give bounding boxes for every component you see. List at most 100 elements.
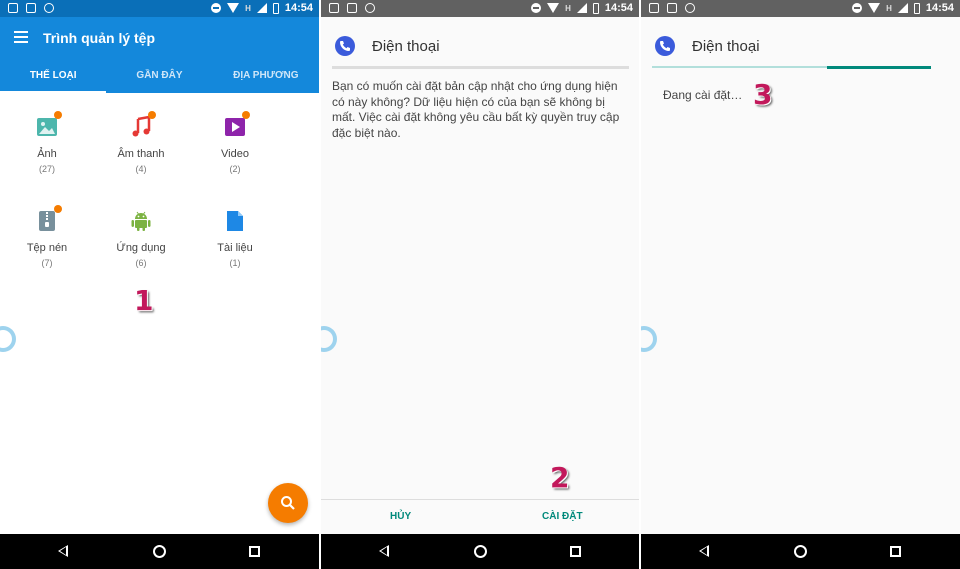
back-icon[interactable] [58, 545, 68, 557]
install-confirm-screen: H 14:54 Điện thoại Bạn có muốn cài đặt b… [321, 0, 639, 569]
new-badge [54, 111, 62, 119]
category-label: Ứng dụng [116, 242, 166, 254]
category-label: Video [221, 148, 249, 160]
do-not-disturb-icon [852, 3, 863, 13]
home-icon[interactable] [153, 545, 166, 558]
dialog-header: Điện thoại [335, 36, 440, 56]
recent-apps-icon[interactable] [249, 546, 260, 557]
category-audio[interactable]: Âm thanh (4) [94, 111, 188, 174]
status-time: 14:54 [925, 2, 954, 14]
navigation-bar [641, 534, 960, 569]
new-badge [54, 205, 62, 213]
category-tabs: THỂ LOẠI GẦN ĐÂY ĐỊA PHƯƠNG [0, 66, 319, 93]
tab-categories[interactable]: THỂ LOẠI [0, 66, 107, 93]
new-badge [242, 111, 250, 119]
install-progress-indicator [827, 66, 931, 69]
status-time: 14:54 [604, 2, 633, 14]
recent-apps-icon[interactable] [570, 546, 581, 557]
cancel-button[interactable]: HỦY [390, 511, 411, 522]
android-notification-icon [365, 3, 375, 13]
step-number-2: 2 [550, 461, 570, 494]
dialog-header: Điện thoại [655, 36, 760, 56]
app-bar: Trình quản lý tệp THỂ LOẠI GẦN ĐÂY ĐỊA P… [0, 17, 319, 93]
tab-recent[interactable]: GẦN ĐÂY [106, 66, 212, 93]
gallery-notification-icon [8, 3, 18, 13]
gallery-notification-icon [649, 3, 659, 13]
category-label: Ảnh [37, 148, 57, 160]
status-time: 14:54 [284, 2, 313, 14]
loading-spinner [0, 326, 16, 352]
category-images[interactable]: Ảnh (27) [0, 111, 94, 174]
signal-icon [256, 3, 267, 13]
android-notification-icon [685, 3, 695, 13]
zip-archive-icon [35, 205, 62, 233]
installing-screen: H 14:54 Điện thoại Đang cài đặt… 3 [641, 0, 960, 569]
category-label: Âm thanh [117, 148, 165, 160]
signal-icon [576, 3, 587, 13]
category-count: (7) [41, 258, 53, 268]
installing-status: Đang cài đặt… [663, 88, 742, 102]
gallery-notification-icon [329, 3, 339, 13]
step-number-3: 3 [753, 78, 773, 111]
dialog-title: Điện thoại [372, 37, 440, 55]
loading-spinner [321, 326, 337, 352]
battery-icon [592, 2, 599, 14]
navigation-bar [321, 534, 639, 569]
tab-local[interactable]: ĐỊA PHƯƠNG [213, 66, 319, 93]
file-manager-screen: H 14:54 Trình quản lý tệp THỂ LOẠI GẦN Đ… [0, 0, 319, 569]
category-count: (6) [135, 258, 147, 268]
category-video[interactable]: Video (2) [188, 111, 282, 174]
screenshot-notification-icon [26, 3, 36, 13]
button-divider [321, 499, 639, 500]
loading-spinner [641, 326, 657, 352]
new-badge [148, 111, 156, 119]
do-not-disturb-icon [531, 3, 542, 13]
dialog-title: Điện thoại [692, 37, 760, 55]
signal-icon [897, 3, 908, 13]
screenshot-notification-icon [667, 3, 677, 13]
category-label: Tài liệu [217, 242, 253, 254]
phone-app-icon [335, 36, 355, 56]
dialog-message: Bạn có muốn cài đặt bản cập nhật cho ứng… [332, 79, 620, 140]
category-count: (1) [229, 258, 241, 268]
recent-apps-icon[interactable] [890, 546, 901, 557]
installing-text: Đang cài đặt… [663, 88, 743, 102]
image-icon [35, 111, 62, 139]
home-icon[interactable] [474, 545, 487, 558]
category-label: Tệp nén [26, 242, 68, 254]
battery-icon [272, 2, 279, 14]
search-fab[interactable] [268, 483, 308, 523]
status-bar: H 14:54 [641, 0, 960, 17]
music-note-icon [129, 111, 156, 139]
category-archives[interactable]: Tệp nén (7) [0, 205, 94, 268]
category-count: (27) [38, 164, 55, 174]
category-count: (2) [229, 164, 241, 174]
wifi-icon [227, 3, 240, 13]
do-not-disturb-icon [211, 3, 222, 13]
install-button[interactable]: CÀI ĐẶT [542, 511, 583, 522]
network-type-label: H [886, 3, 892, 13]
navigation-bar [0, 534, 319, 569]
category-documents[interactable]: Tài liệu (1) [188, 209, 282, 268]
android-icon [129, 209, 153, 233]
app-title: Trình quản lý tệp [43, 30, 156, 46]
hamburger-menu-icon[interactable] [14, 31, 28, 43]
back-icon[interactable] [699, 545, 709, 557]
status-bar: H 14:54 [321, 0, 639, 17]
wifi-icon [547, 3, 560, 13]
home-icon[interactable] [794, 545, 807, 558]
category-count: (4) [135, 164, 147, 174]
status-bar: H 14:54 [0, 0, 319, 17]
back-icon[interactable] [379, 545, 389, 557]
network-type-label: H [565, 3, 571, 13]
category-apps[interactable]: Ứng dụng (6) [94, 209, 188, 268]
network-type-label: H [245, 3, 251, 13]
phone-app-icon [655, 36, 675, 56]
dialog-divider [332, 66, 629, 69]
battery-icon [913, 2, 920, 14]
document-icon [223, 209, 247, 233]
search-icon [281, 496, 295, 510]
screenshot-notification-icon [347, 3, 357, 13]
wifi-icon [868, 3, 881, 13]
video-icon [223, 111, 250, 139]
